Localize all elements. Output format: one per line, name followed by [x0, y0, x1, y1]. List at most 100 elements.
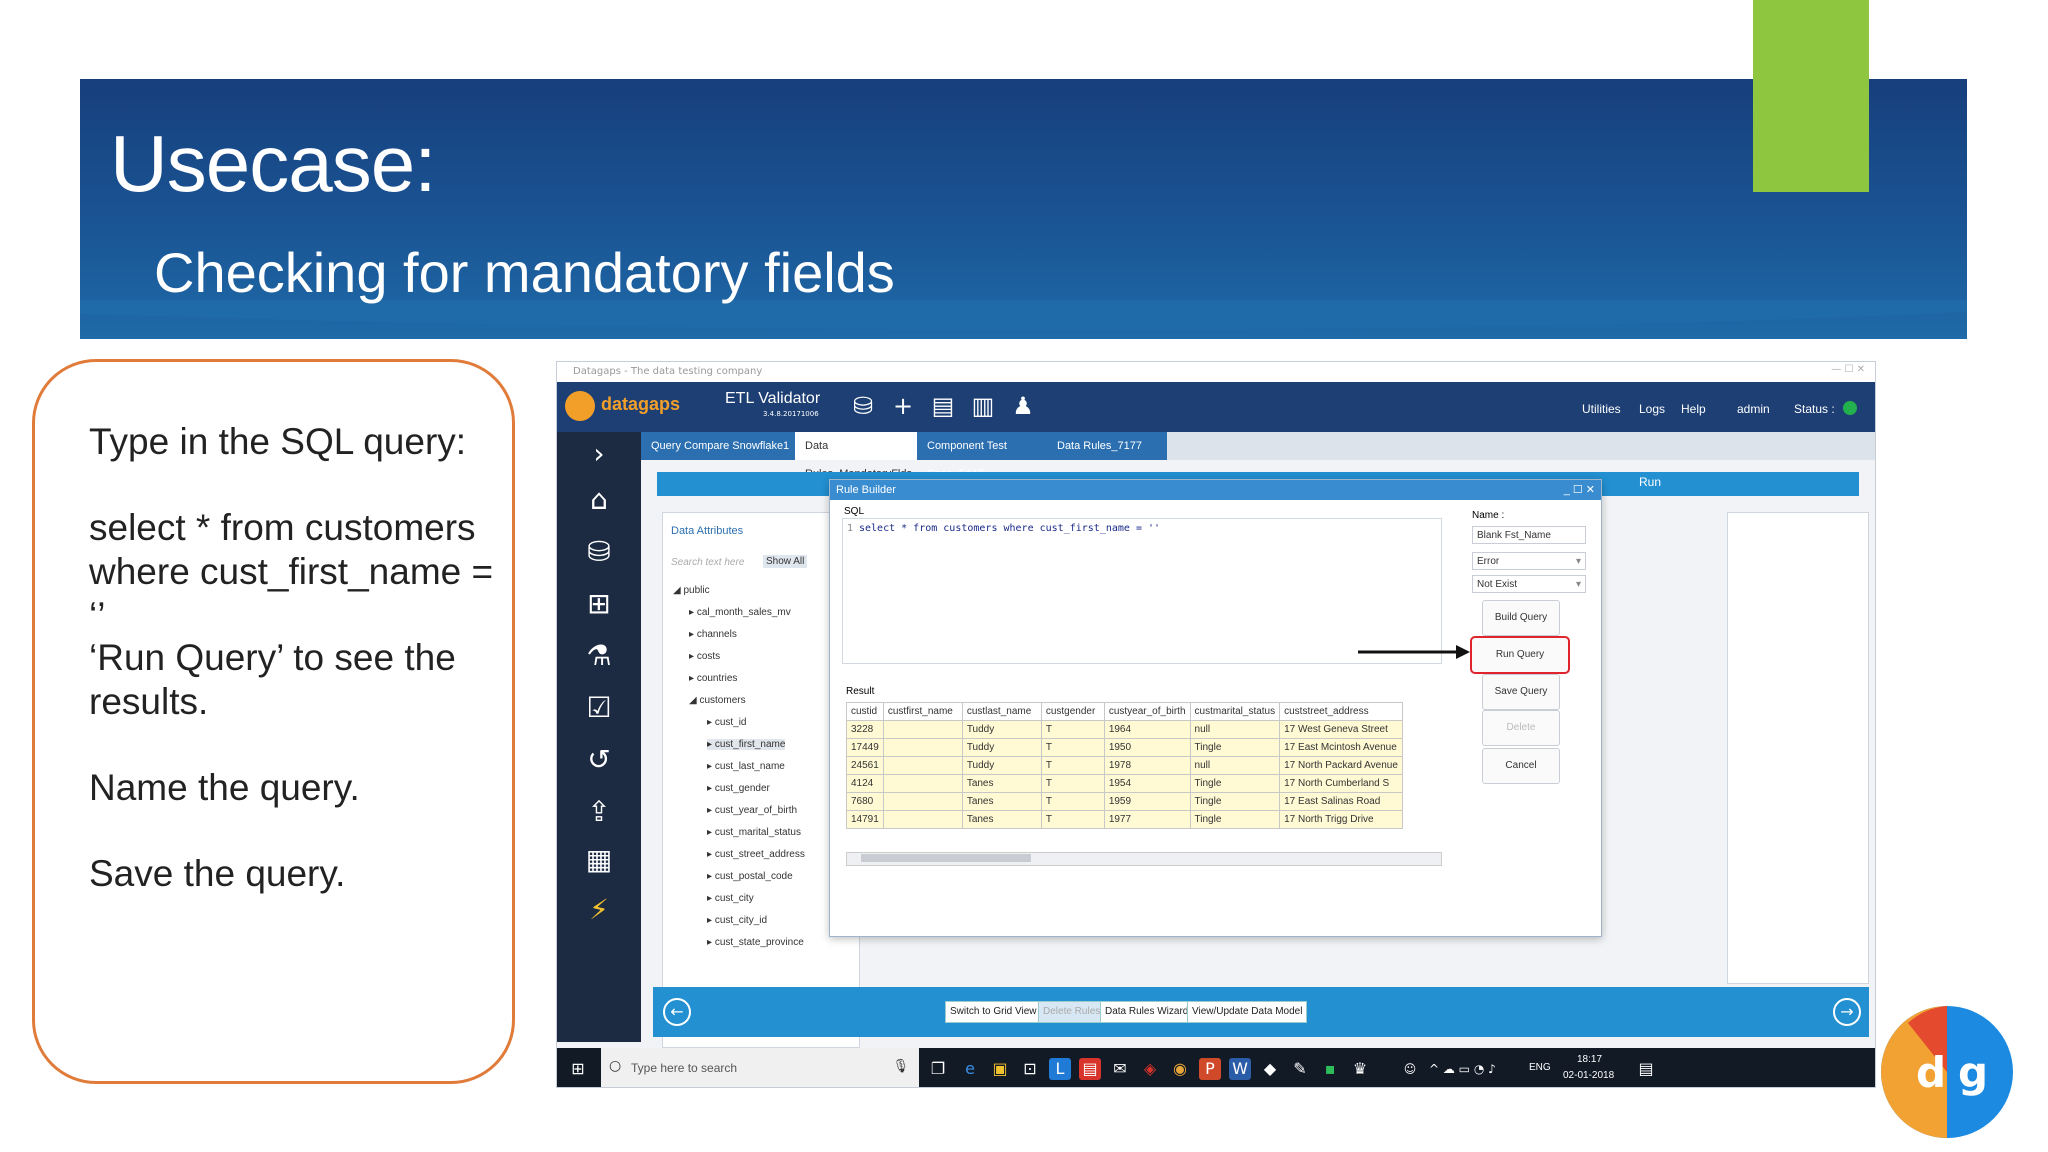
- microphone-icon[interactable]: 🎙: [892, 1059, 909, 1074]
- clock-time[interactable]: 18:17: [1577, 1054, 1602, 1065]
- checkbox-icon[interactable]: ☑: [579, 688, 619, 728]
- column-header[interactable]: custmarital_status: [1189, 702, 1281, 721]
- sql-file-icon[interactable]: ▤: [927, 390, 959, 422]
- table-cell[interactable]: T: [1040, 738, 1105, 757]
- tab-data-rules-mandatory[interactable]: Data Rules_MandatoryFlds: [795, 432, 933, 480]
- windows-start-icon[interactable]: ⊞: [567, 1058, 589, 1080]
- table-cell[interactable]: Tanes: [961, 810, 1042, 829]
- table-cell[interactable]: 24561: [846, 756, 884, 775]
- table-cell[interactable]: 1977: [1103, 810, 1191, 829]
- delete-button[interactable]: Delete: [1482, 710, 1560, 746]
- table-cell[interactable]: Tingle: [1189, 792, 1281, 811]
- app-blue-icon[interactable]: ♛: [1349, 1058, 1371, 1080]
- table-cell[interactable]: T: [1040, 756, 1105, 775]
- column-header[interactable]: custfirst_name: [882, 702, 963, 721]
- table-cell[interactable]: Tuddy: [961, 738, 1042, 757]
- save-query-button[interactable]: Save Query: [1482, 674, 1560, 710]
- tree-node[interactable]: ◢ public: [673, 585, 710, 596]
- hierarchy-icon[interactable]: ⊞: [579, 584, 619, 624]
- table-row[interactable]: 17449 Tuddy T 1950 Tingle 17 East Mcintosh Av…: [846, 738, 1403, 757]
- table-cell[interactable]: 14791: [846, 810, 884, 829]
- horizontal-scrollbar[interactable]: [846, 852, 1442, 866]
- clock-date[interactable]: 02-01-2018: [1563, 1070, 1614, 1081]
- column-header[interactable]: custgender: [1040, 702, 1105, 721]
- table-cell[interactable]: T: [1040, 792, 1105, 811]
- table-cell[interactable]: 1950: [1103, 738, 1191, 757]
- tab-query-compare[interactable]: Query Compare Snowflake1: [641, 432, 811, 460]
- flow-icon[interactable]: ⚡: [579, 890, 619, 930]
- table-cell[interactable]: [882, 810, 963, 829]
- menu-logs[interactable]: Logs: [1639, 402, 1665, 416]
- tree-node-selected[interactable]: ▸ cust_first_name: [707, 739, 786, 750]
- table-cell[interactable]: null: [1189, 720, 1281, 739]
- table-cell[interactable]: T: [1040, 810, 1105, 829]
- language-indicator[interactable]: ENG: [1529, 1062, 1551, 1073]
- tree-node[interactable]: ▸ cust_city_id: [707, 915, 767, 926]
- store-icon[interactable]: ⊡: [1019, 1058, 1041, 1080]
- tree-node[interactable]: ▸ cal_month_sales_mv: [689, 607, 791, 618]
- menu-admin[interactable]: admin: [1737, 402, 1770, 416]
- tree-node[interactable]: ◢ customers: [689, 695, 746, 706]
- query-name-input[interactable]: Blank Fst_Name: [1472, 526, 1586, 544]
- table-cell[interactable]: 1959: [1103, 792, 1191, 811]
- chrome-icon[interactable]: ◉: [1169, 1058, 1191, 1080]
- tab-component-test-case[interactable]: Component Test Case_5447: [917, 432, 1063, 480]
- users-icon[interactable]: ♟: [1007, 390, 1039, 422]
- show-all-button[interactable]: Show All: [763, 555, 808, 568]
- edge-browser-icon[interactable]: e: [959, 1058, 981, 1080]
- table-row[interactable]: 4124 Tanes T 1954 Tingle 17 North Cumberland …: [846, 774, 1403, 793]
- tree-node[interactable]: ▸ cust_id: [707, 717, 747, 728]
- build-query-button[interactable]: Build Query: [1482, 600, 1560, 636]
- app-green-icon[interactable]: ▪: [1319, 1058, 1341, 1080]
- app-red-icon[interactable]: ▤: [1079, 1058, 1101, 1080]
- tree-node[interactable]: ▸ cust_last_name: [707, 761, 785, 772]
- table-cell[interactable]: T: [1040, 720, 1105, 739]
- tree-node[interactable]: ▸ cust_state_province: [707, 937, 804, 948]
- table-row[interactable]: 7680 Tanes T 1959 Tingle 17 East Salinas Road: [846, 792, 1403, 811]
- tree-node[interactable]: ▸ countries: [689, 673, 737, 684]
- back-arrow-icon[interactable]: ←: [663, 998, 691, 1026]
- tree-node[interactable]: ▸ cust_year_of_birth: [707, 805, 797, 816]
- home-icon[interactable]: ⌂: [579, 480, 619, 520]
- table-cell[interactable]: [882, 792, 963, 811]
- table-cell[interactable]: 1978: [1103, 756, 1191, 775]
- forward-arrow-icon[interactable]: →: [1833, 998, 1861, 1026]
- table-cell[interactable]: 17449: [846, 738, 884, 757]
- tree-node[interactable]: ▸ cust_marital_status: [707, 827, 801, 838]
- table-row[interactable]: 3228 Tuddy T 1964 null 17 West Geneva Street: [846, 720, 1403, 739]
- scrollbar-thumb[interactable]: [861, 854, 1031, 862]
- column-header[interactable]: custlast_name: [961, 702, 1042, 721]
- table-cell[interactable]: Tanes: [961, 774, 1042, 793]
- table-cell[interactable]: Tingle: [1189, 810, 1281, 829]
- data-rules-wizard-button[interactable]: Data Rules Wizard: [1100, 1001, 1194, 1023]
- table-cell[interactable]: [882, 738, 963, 757]
- table-cell[interactable]: 7680: [846, 792, 884, 811]
- sql-query-text[interactable]: select * from customers where cust_first…: [859, 523, 1160, 534]
- run-query-button[interactable]: Run Query: [1470, 636, 1570, 674]
- table-cell[interactable]: 17 West Geneva Street: [1279, 720, 1403, 739]
- notifications-icon[interactable]: ▤: [1635, 1058, 1657, 1080]
- table-cell[interactable]: 17 North Packard Avenue: [1279, 756, 1403, 775]
- table-cell[interactable]: [882, 720, 963, 739]
- window-controls-icon[interactable]: — ☐ ✕: [1831, 364, 1865, 375]
- menu-utilities[interactable]: Utilities: [1582, 402, 1621, 416]
- expand-chevron-icon[interactable]: ›: [579, 434, 619, 474]
- tree-node[interactable]: ▸ costs: [689, 651, 720, 662]
- table-cell[interactable]: Tingle: [1189, 774, 1281, 793]
- shield-icon[interactable]: ◈: [1139, 1058, 1161, 1080]
- table-cell[interactable]: Tuddy: [961, 720, 1042, 739]
- sql-editor[interactable]: 1 select * from customers where cust_fir…: [842, 518, 1442, 664]
- database-add-icon[interactable]: ⛁: [847, 390, 879, 422]
- table-cell[interactable]: Tuddy: [961, 756, 1042, 775]
- taskbar-search[interactable]: ○ Type here to search 🎙: [601, 1048, 919, 1087]
- export-icon[interactable]: ⇪: [579, 792, 619, 832]
- table-cell[interactable]: Tanes: [961, 792, 1042, 811]
- table-cell[interactable]: 17 East Mcintosh Avenue: [1279, 738, 1403, 757]
- switch-grid-view-button[interactable]: Switch to Grid View: [945, 1001, 1042, 1023]
- app-l-icon[interactable]: L: [1049, 1058, 1071, 1080]
- attribute-search-input[interactable]: Search text here: [671, 557, 744, 568]
- tree-node[interactable]: ▸ cust_gender: [707, 783, 770, 794]
- paint-icon[interactable]: ✎: [1289, 1058, 1311, 1080]
- dialog-window-controls-icon[interactable]: _ ☐ ✕: [1564, 480, 1595, 500]
- condition-select[interactable]: Not Exist ▾: [1472, 575, 1586, 593]
